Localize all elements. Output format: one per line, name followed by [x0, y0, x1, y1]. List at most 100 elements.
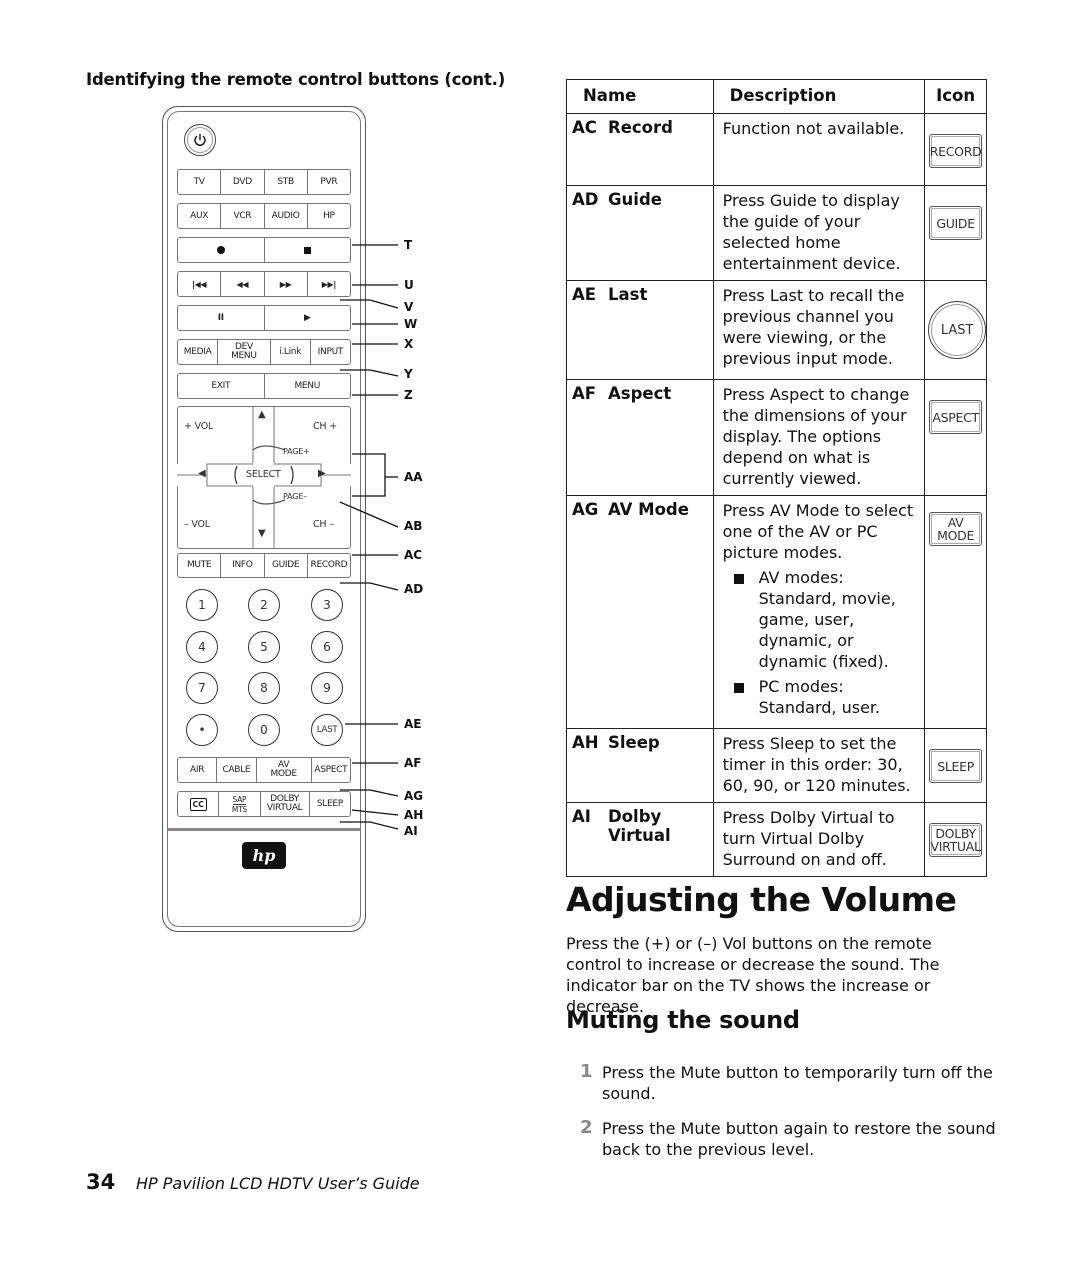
stb-button[interactable]: STB: [265, 170, 308, 194]
number-key-4[interactable]: 4: [186, 631, 218, 663]
mute-button[interactable]: MUTE: [178, 554, 222, 577]
pause-button[interactable]: II: [178, 306, 265, 330]
skip-back-icon: |◀◀: [191, 279, 207, 289]
sap-mts-button[interactable]: SAP MTS: [219, 792, 261, 816]
number-key-6[interactable]: 6: [311, 631, 343, 663]
section-heading: Identifying the remote control buttons (…: [86, 70, 506, 89]
row-description: Press Last to recall the previous channe…: [712, 280, 926, 380]
exit-menu-row: EXIT MENU: [177, 373, 351, 399]
remote-divider: [167, 828, 361, 831]
header-description: Description: [712, 79, 926, 114]
icon-line: MODE: [937, 528, 975, 543]
row-name: Last: [608, 285, 648, 304]
skip-back-button[interactable]: |◀◀: [178, 272, 222, 296]
hp-logo: hp: [242, 842, 286, 869]
row-code: AD: [572, 190, 599, 209]
button-table: Name Description Icon AC Record Function …: [566, 79, 987, 877]
info-button[interactable]: INFO: [221, 554, 265, 577]
number-key-0[interactable]: 0: [248, 714, 280, 746]
rewind-icon: ◀◀: [236, 279, 249, 289]
step-number: 2: [580, 1117, 593, 1138]
number-key-2[interactable]: 2: [248, 589, 280, 621]
callout-ad: AD: [404, 582, 424, 596]
callout-ae: AE: [404, 717, 422, 731]
select-button[interactable]: SELECT: [246, 469, 281, 480]
up-arrow-icon[interactable]: ▲: [258, 409, 266, 420]
table-row: AC Record Function not available. RECORD: [566, 113, 987, 186]
pause-play-row: II ▶: [177, 305, 351, 331]
sleep-icon-button: SLEEP: [929, 749, 982, 783]
cc-button[interactable]: CC: [178, 792, 220, 816]
record-dot-button[interactable]: [178, 238, 265, 262]
number-key-7[interactable]: 7: [186, 672, 218, 704]
row-description: Press AV Mode to select one of the AV or…: [722, 501, 914, 562]
row-description: Press Dolby Virtual to turn Virtual Dolb…: [712, 802, 926, 877]
last-key[interactable]: LAST: [311, 714, 343, 746]
device-button-row: TV DVD STB PVR: [177, 169, 351, 195]
callout-ai: AI: [404, 824, 418, 838]
row-name: AV Mode: [608, 500, 689, 519]
number-key-9[interactable]: 9: [311, 672, 343, 704]
row-name: Aspect: [608, 384, 672, 403]
stop-button[interactable]: [265, 238, 351, 262]
row-description: Function not available.: [712, 113, 926, 186]
right-arrow-icon[interactable]: ▶: [318, 468, 326, 479]
aux-button[interactable]: AUX: [178, 204, 222, 228]
callout-ah: AH: [404, 808, 424, 822]
fast-forward-button[interactable]: ▶▶: [265, 272, 308, 296]
av-mode-icon-button: AV MODE: [929, 512, 982, 546]
stop-icon: [303, 246, 311, 254]
cable-button[interactable]: CABLE: [217, 758, 257, 782]
dvd-button[interactable]: DVD: [221, 170, 265, 194]
channel-down-label[interactable]: CH –: [313, 519, 334, 530]
down-arrow-icon[interactable]: ▼: [258, 528, 266, 539]
audio-button[interactable]: AUDIO: [265, 204, 308, 228]
ilink-button[interactable]: i.Link: [271, 340, 311, 364]
rewind-button[interactable]: ◀◀: [221, 272, 265, 296]
muting-heading: Muting the sound: [566, 1006, 800, 1034]
page-number: 34: [86, 1170, 116, 1194]
tv-button[interactable]: TV: [178, 170, 222, 194]
dolby-virtual-icon-button: DOLBY VIRTUAL: [929, 823, 982, 857]
power-button[interactable]: [184, 124, 216, 156]
callout-t: T: [404, 238, 413, 252]
callout-v: V: [404, 300, 414, 314]
bullet-item: AV modes: Standard, movie, game, user, d…: [723, 567, 919, 672]
vcr-button[interactable]: VCR: [221, 204, 265, 228]
exit-button[interactable]: EXIT: [178, 374, 265, 398]
last-icon-button: LAST: [928, 301, 987, 359]
number-key-3[interactable]: 3: [311, 589, 343, 621]
number-key-1[interactable]: 1: [186, 589, 218, 621]
fast-forward-icon: ▶▶: [279, 279, 292, 289]
page-down-label: PAGE–: [283, 492, 307, 501]
closed-caption-icon: CC: [189, 797, 207, 811]
number-key-8[interactable]: 8: [248, 672, 280, 704]
table-row: AE Last Press Last to recall the previous…: [566, 280, 987, 380]
pvr-button[interactable]: PVR: [308, 170, 350, 194]
play-button[interactable]: ▶: [265, 306, 351, 330]
row-description: Press Aspect to change the dimensions of…: [712, 379, 926, 496]
dolby-virtual-button[interactable]: DOLBY VIRTUAL: [261, 792, 310, 816]
guide-button[interactable]: GUIDE: [265, 554, 308, 577]
callout-y: Y: [404, 367, 413, 381]
pause-icon: II: [217, 312, 224, 323]
air-button[interactable]: AIR: [178, 758, 218, 782]
row-name: Guide: [608, 190, 662, 209]
av-mode-button[interactable]: AV MODE: [257, 758, 312, 782]
channel-up-label[interactable]: CH +: [313, 421, 337, 432]
volume-heading: Adjusting the Volume: [566, 880, 957, 919]
dot-key[interactable]: •: [186, 714, 218, 746]
callout-ac: AC: [404, 548, 423, 562]
left-arrow-icon[interactable]: ◀: [198, 468, 206, 479]
record-stop-row: [177, 237, 351, 263]
media-row: MEDIA DEV MENU i.Link INPUT: [177, 339, 351, 365]
volume-down-label[interactable]: – VOL: [184, 519, 210, 530]
menu-button[interactable]: MENU: [265, 374, 351, 398]
media-button[interactable]: MEDIA: [178, 340, 219, 364]
dev-menu-button[interactable]: DEV MENU: [218, 340, 271, 364]
hp-button[interactable]: HP: [308, 204, 350, 228]
table-row: AD Guide Press Guide to display the guide…: [566, 185, 987, 281]
row-code: AG: [572, 500, 599, 519]
number-key-5[interactable]: 5: [248, 631, 280, 663]
volume-up-label[interactable]: + VOL: [184, 421, 213, 432]
